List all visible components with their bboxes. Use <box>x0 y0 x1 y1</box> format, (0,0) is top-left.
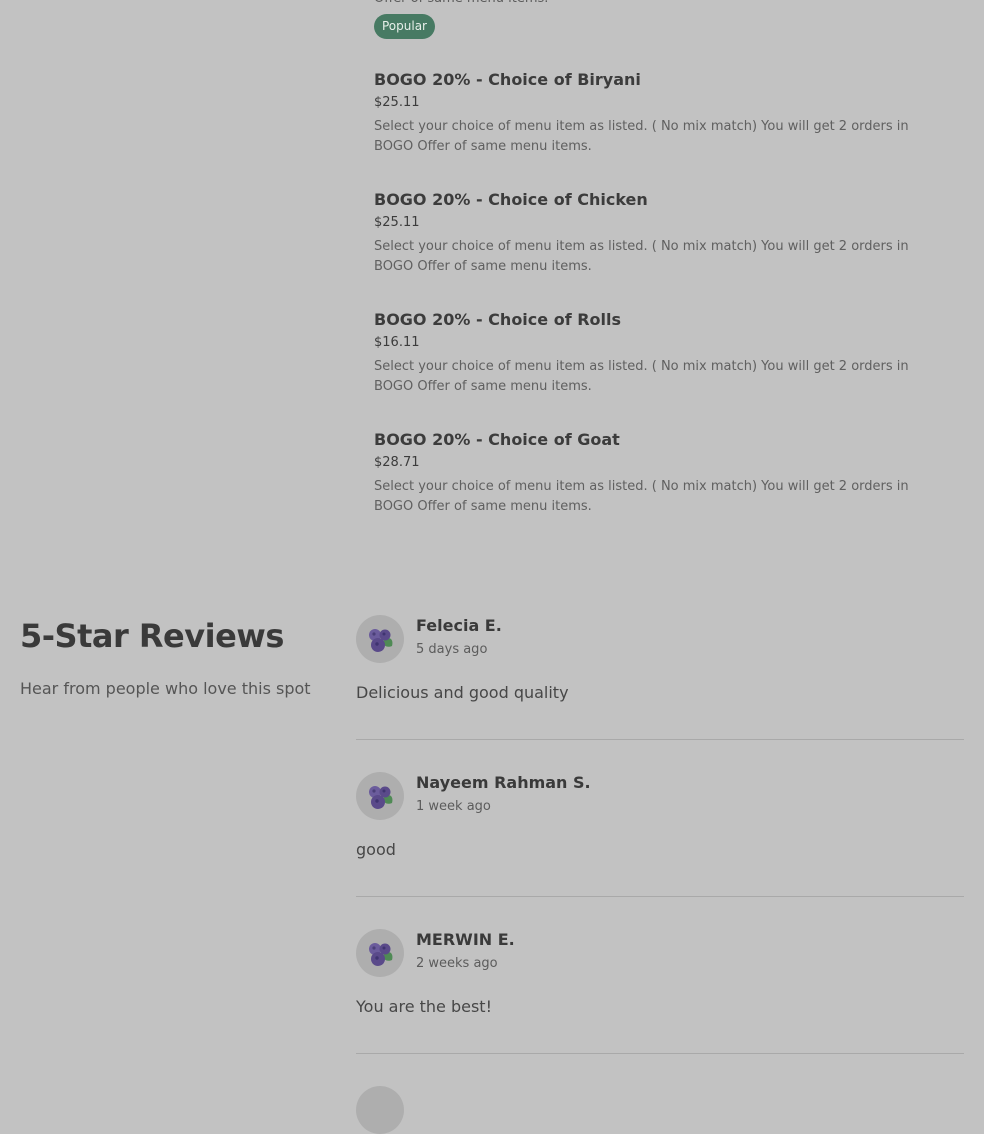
menu-item[interactable]: BOGO 20% - Choice of Biryani $25.11 Sele… <box>374 69 944 157</box>
blueberry-icon <box>356 1086 404 1134</box>
blueberry-icon <box>356 929 404 977</box>
menu-item-price: $25.11 <box>374 215 420 230</box>
menu-item-price: $28.71 <box>374 455 420 470</box>
menu-item-price: $25.11 <box>374 95 420 110</box>
reviews-subtitle: Hear from people who love this spot <box>20 679 311 698</box>
menu-item-description: Offer of same menu items. <box>374 0 548 9</box>
review-text: good <box>356 840 396 859</box>
menu-item[interactable]: BOGO 20% - Choice of Rolls $16.11 Select… <box>374 309 944 397</box>
menu-item-title[interactable]: BOGO 20% - Choice of Biryani <box>374 69 944 91</box>
menu-item-price: $16.11 <box>374 335 420 350</box>
reviewer-name: Nayeem Rahman S. <box>416 773 591 792</box>
review-time: 1 week ago <box>416 799 491 814</box>
blueberry-icon <box>356 772 404 820</box>
review-time: 5 days ago <box>416 642 488 657</box>
divider <box>356 1053 964 1054</box>
menu-item-description: Select your choice of menu item as liste… <box>374 119 909 154</box>
menu-item-title[interactable]: BOGO 20% - Choice of Goat <box>374 429 944 451</box>
menu-item-description: Select your choice of menu item as liste… <box>374 359 909 394</box>
menu-item-title[interactable]: BOGO 20% - Choice of Rolls <box>374 309 944 331</box>
menu-item[interactable]: BOGO 20% - Choice of Goat $28.71 Select … <box>374 429 944 517</box>
review-time: 2 weeks ago <box>416 956 498 971</box>
popular-badge: Popular <box>374 14 435 39</box>
menu-item-title[interactable]: BOGO 20% - Choice of Chicken <box>374 189 944 211</box>
divider <box>356 739 964 740</box>
menu-item-description: Select your choice of menu item as liste… <box>374 239 909 274</box>
reviews-header: 5-Star Reviews Hear from people who love… <box>20 614 311 698</box>
review-text: Delicious and good quality <box>356 683 569 702</box>
review-text: You are the best! <box>356 997 492 1016</box>
blueberry-icon <box>356 615 404 663</box>
reviews-title: 5-Star Reviews <box>20 617 284 655</box>
reviewer-name: MERWIN E. <box>416 930 515 949</box>
menu-item[interactable]: BOGO 20% - Choice of Chicken $25.11 Sele… <box>374 189 944 277</box>
divider <box>356 896 964 897</box>
menu-item-description: Select your choice of menu item as liste… <box>374 479 909 514</box>
reviewer-name: Felecia E. <box>416 616 502 635</box>
